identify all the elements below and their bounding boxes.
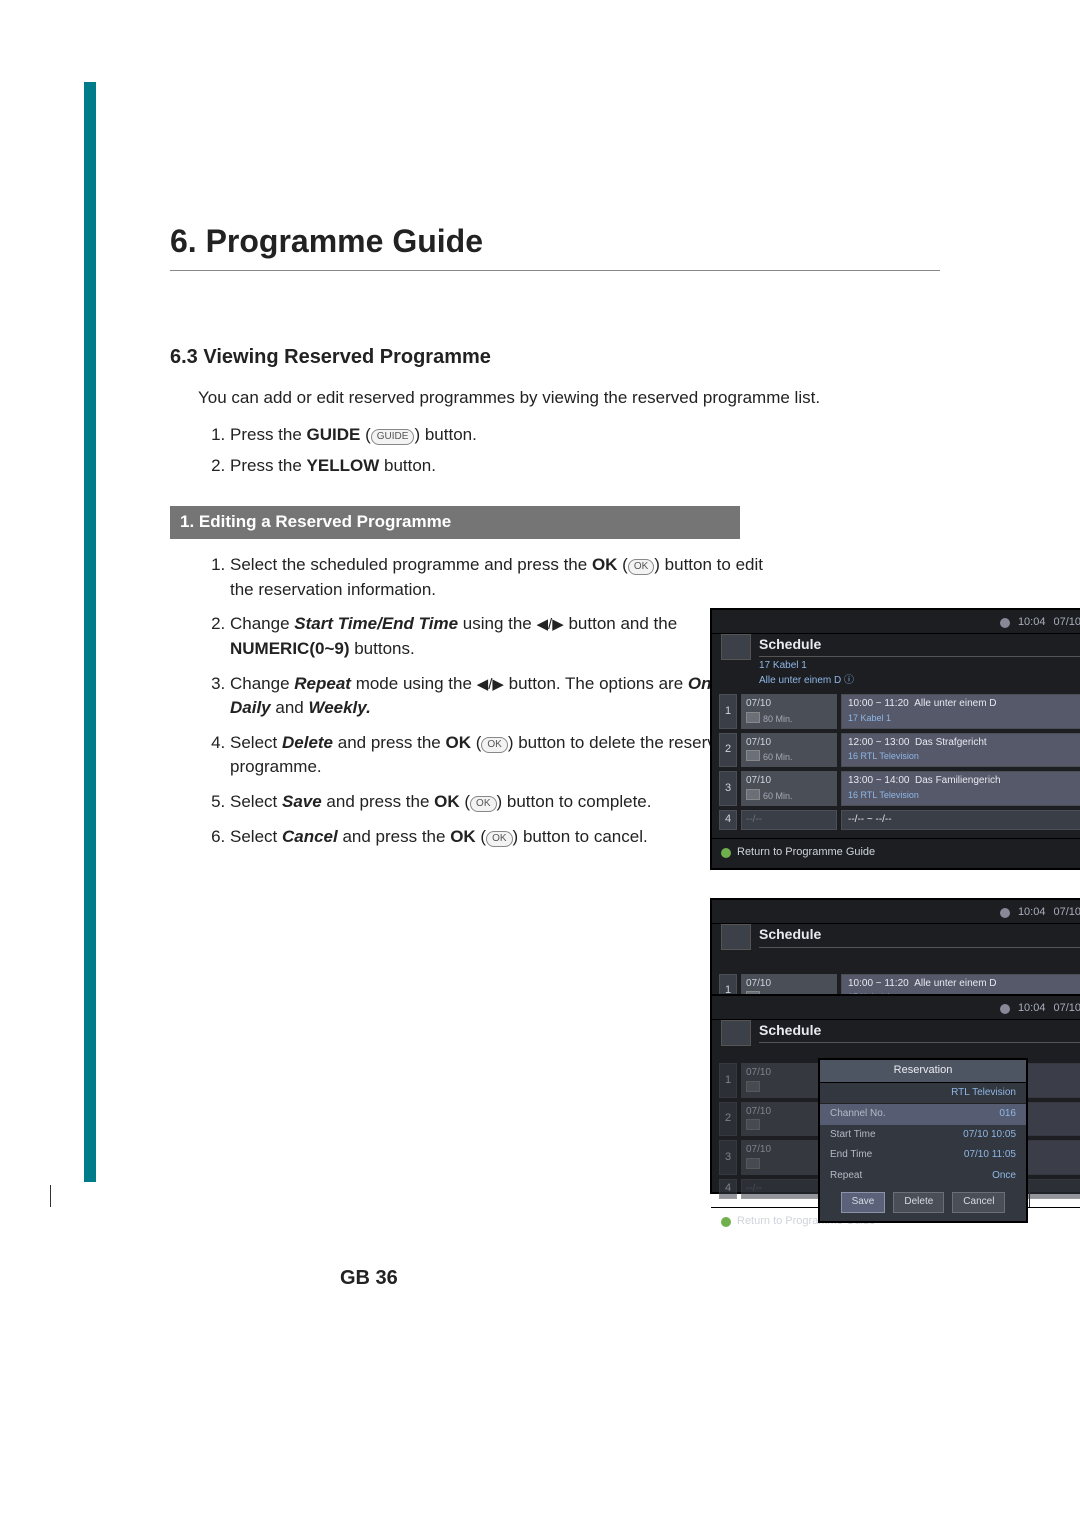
tv-clock-date: 07/10 <box>1053 615 1080 631</box>
edit-step-6: Select Cancel and press the OK (OK) butt… <box>230 825 770 850</box>
row-time: 12:00 ~ 13:00 <box>848 737 909 748</box>
row-time: 10:00 ~ 11:20 <box>848 698 909 709</box>
left-right-arrow-icon: ◀/▶ <box>536 614 563 636</box>
record-icon <box>746 750 760 761</box>
subheading-editing: 1. Editing a Reserved Programme <box>170 506 740 539</box>
step-2-text-a: Press the <box>230 456 307 475</box>
row-time: 10:00 ~ 11:20 <box>848 978 909 989</box>
edit-step-3: Change Repeat mode using the ◀/▶ button.… <box>230 672 770 721</box>
row-date: --/-- <box>746 813 832 828</box>
row-duration: 60 Min. <box>763 791 793 801</box>
row-number: 2 <box>719 733 737 768</box>
dialog-channel-name: RTL Television <box>820 1083 1026 1105</box>
dialog-row-start-time[interactable]: Start Time 07/10 10:05 <box>820 1125 1026 1146</box>
row-date: 07/10 <box>746 697 832 712</box>
step-2: Press the YELLOW button. <box>230 454 940 479</box>
info-dot-icon <box>1000 908 1010 918</box>
row-date: 07/10 <box>746 774 832 789</box>
dialog-delete-button[interactable]: Delete <box>893 1192 944 1213</box>
row-date: 07/10 <box>746 736 832 751</box>
tv-clock-time: 10:04 <box>1018 1001 1046 1017</box>
ok-button-icon: OK <box>628 559 654 575</box>
info-dot-icon <box>1000 618 1010 628</box>
record-icon <box>746 789 760 800</box>
tv-ui-reservation: 10:04 07/10 Schedule 107/10 207/10 307/1… <box>710 994 1080 1194</box>
crop-mark-icon <box>50 1167 90 1207</box>
row-duration: 60 Min. <box>763 752 793 762</box>
tv-logo-icon <box>721 634 751 660</box>
guide-button-icon: GUIDE <box>371 429 415 445</box>
tv-clock-time: 10:04 <box>1018 905 1046 921</box>
dialog-row-end-time[interactable]: End Time 07/10 11:05 <box>820 1145 1026 1166</box>
row-channel: 17 Kabel 1 <box>848 712 1076 725</box>
schedule-rows: 1 07/10 80 Min. 10:00 ~ 11:20 Alle unter … <box>711 688 1080 838</box>
dialog-title: Reservation <box>820 1060 1026 1083</box>
ok-button-icon: OK <box>486 831 512 847</box>
footer-return[interactable]: Return to Programme Guide <box>737 845 875 861</box>
schedule-row[interactable]: 3 07/10 60 Min. 13:00 ~ 14:00 Das Familie… <box>719 771 1080 806</box>
schedule-title: Schedule <box>759 1020 1080 1043</box>
row-programme: Alle unter einem D <box>914 698 996 709</box>
row-time: 13:00 ~ 14:00 <box>848 775 909 786</box>
page-content: 6. Programme Guide 6.3 Viewing Reserved … <box>170 218 940 859</box>
step-2-text-c: button. <box>379 456 436 475</box>
step-1: Press the GUIDE (GUIDE) button. <box>230 423 940 448</box>
row-time: --/-- ~ --/-- <box>848 813 1076 828</box>
schedule-row[interactable]: 2 07/1060 Min. 12:00 ~ 13:00 Das Strafge… <box>719 733 1080 768</box>
tv-clock-time: 10:04 <box>1018 615 1046 631</box>
schedule-row-empty[interactable]: 4 --/-- --/-- ~ --/-- <box>719 810 1080 831</box>
tv-logo-icon <box>721 924 751 950</box>
info-dot-icon <box>1000 1004 1010 1014</box>
row-number: 1 <box>719 694 737 729</box>
row-number: 3 <box>719 771 737 806</box>
intro-paragraph: You can add or edit reserved programmes … <box>198 386 918 411</box>
record-icon <box>746 712 760 723</box>
row-number: 4 <box>719 810 737 831</box>
step-1-text-a: Press the <box>230 425 307 444</box>
page-number: GB 36 <box>340 1264 398 1293</box>
schedule-row[interactable]: 1 07/10 80 Min. 10:00 ~ 11:20 Alle unter … <box>719 694 1080 729</box>
chapter-title: 6. Programme Guide <box>170 218 940 271</box>
ok-button-icon: OK <box>481 737 507 753</box>
dialog-row-channel-no[interactable]: Channel No. 016 <box>820 1104 1026 1125</box>
editing-steps-list: Select the scheduled programme and press… <box>198 553 770 849</box>
crop-mark-icon <box>990 1167 1030 1207</box>
edit-step-1: Select the scheduled programme and press… <box>230 553 770 602</box>
schedule-title: Schedule <box>759 634 1080 657</box>
row-programme: Das Familiengerich <box>915 775 1001 786</box>
edit-step-5: Select Save and press the OK (OK) button… <box>230 790 770 815</box>
step-1-bold: GUIDE <box>307 425 361 444</box>
main-steps-list: Press the GUIDE (GUIDE) button. Press th… <box>198 423 940 478</box>
schedule-header-channel: 17 Kabel 1 <box>759 659 1080 674</box>
schedule-title: Schedule <box>759 924 1080 947</box>
dialog-save-button[interactable]: Save <box>841 1192 886 1213</box>
schedule-header-programme: Alle unter einem D ⓘ <box>759 674 1080 689</box>
step-1-text-c: button. <box>420 425 477 444</box>
ok-button-icon: OK <box>470 796 496 812</box>
edit-step-4: Select Delete and press the OK (OK) butt… <box>230 731 770 780</box>
tv-logo-icon <box>721 1020 751 1046</box>
tv-clock-date: 07/10 <box>1053 905 1080 921</box>
row-programme: Alle unter einem D <box>914 978 996 989</box>
row-channel: 16 RTL Television <box>848 750 1076 763</box>
row-programme: Das Strafgericht <box>915 737 987 748</box>
step-2-bold: YELLOW <box>307 456 380 475</box>
tv-clock-date: 07/10 <box>1053 1001 1080 1017</box>
tv-ui-schedule-a: 10:04 07/10 Schedule 17 Kabel 1 Alle unt… <box>710 608 1080 870</box>
green-dot-icon <box>721 848 731 858</box>
teal-side-strip <box>84 82 96 1182</box>
row-date: 07/10 <box>746 977 832 992</box>
row-channel: 16 RTL Television <box>848 789 1076 802</box>
left-right-arrow-icon: ◀/▶ <box>477 674 504 696</box>
section-title: 6.3 Viewing Reserved Programme <box>170 343 940 372</box>
green-dot-icon <box>721 1217 731 1227</box>
edit-step-2: Change Start Time/End Time using the ◀/▶… <box>230 612 770 661</box>
row-duration: 80 Min. <box>763 714 793 724</box>
